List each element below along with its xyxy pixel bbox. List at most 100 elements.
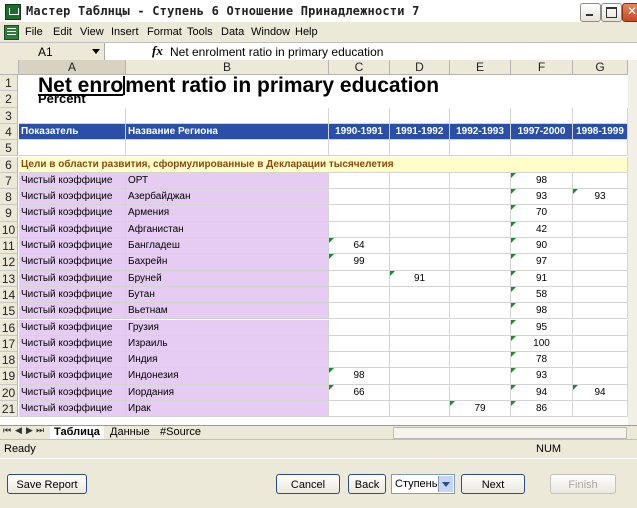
value-cell[interactable]: 64 (329, 238, 390, 255)
value-cell[interactable] (329, 270, 390, 287)
row-header[interactable]: 9 (0, 205, 18, 222)
value-cell[interactable]: 78 (511, 352, 573, 369)
column-header[interactable]: F (511, 60, 573, 75)
region-cell[interactable]: Бангладеш (126, 238, 329, 255)
row-header[interactable]: 10 (0, 221, 18, 238)
empty-cell[interactable] (573, 107, 628, 124)
tab-data[interactable]: Данные (106, 426, 154, 439)
value-cell[interactable] (573, 319, 628, 336)
row-header[interactable]: 6 (0, 156, 18, 173)
region-cell[interactable]: Бахрейн (126, 254, 329, 271)
row-header[interactable]: 3 (0, 107, 18, 124)
row-header[interactable]: 4 (0, 123, 18, 141)
indicator-cell[interactable]: Чистый коэффицие (19, 172, 126, 190)
value-cell[interactable]: 91 (511, 270, 573, 287)
empty-cell[interactable] (390, 140, 450, 157)
empty-cell[interactable] (573, 140, 628, 157)
minimize-button[interactable] (580, 3, 601, 22)
close-button[interactable] (622, 3, 637, 22)
next-button[interactable]: Next (461, 474, 525, 494)
header-year[interactable]: 1998-1999 (573, 123, 628, 141)
value-cell[interactable] (450, 221, 511, 238)
empty-cell[interactable] (329, 107, 390, 124)
chevron-down-icon[interactable] (92, 49, 100, 54)
empty-cell[interactable] (329, 140, 390, 157)
value-cell[interactable] (390, 238, 450, 255)
row-header[interactable]: 13 (0, 270, 18, 287)
row-header[interactable]: 2 (0, 91, 18, 108)
column-header[interactable]: B (126, 60, 329, 75)
row-header[interactable]: 14 (0, 286, 18, 304)
select-all-corner[interactable] (0, 60, 19, 75)
value-cell[interactable]: 66 (329, 384, 390, 401)
region-cell[interactable]: Азербайджан (126, 189, 329, 206)
value-cell[interactable] (329, 352, 390, 369)
column-header[interactable]: G (573, 60, 628, 75)
row-header[interactable]: 12 (0, 254, 18, 271)
empty-cell[interactable] (450, 140, 511, 157)
indicator-cell[interactable]: Чистый коэффицие (19, 221, 126, 238)
row-header[interactable]: 11 (0, 238, 18, 255)
region-cell[interactable]: Индонезия (126, 368, 329, 385)
value-cell[interactable]: 99 (329, 254, 390, 271)
value-cell[interactable] (390, 189, 450, 206)
value-cell[interactable]: 100 (511, 335, 573, 353)
indicator-cell[interactable]: Чистый коэффицие (19, 189, 126, 206)
empty-cell[interactable] (126, 107, 329, 124)
row-header[interactable]: 5 (0, 140, 18, 157)
indicator-cell[interactable]: Чистый коэффицие (19, 303, 126, 320)
value-cell[interactable]: 93 (573, 189, 628, 206)
function-icon[interactable]: fx (152, 43, 163, 59)
value-cell[interactable] (573, 221, 628, 238)
value-cell[interactable] (450, 172, 511, 190)
value-cell[interactable] (573, 352, 628, 369)
save-report-button[interactable]: Save Report (7, 474, 87, 494)
value-cell[interactable]: 91 (390, 270, 450, 287)
value-cell[interactable] (450, 286, 511, 304)
region-cell[interactable]: Иордания (126, 384, 329, 401)
vertical-scrollbar[interactable] (628, 60, 637, 425)
value-cell[interactable] (573, 401, 628, 418)
menu-window[interactable]: Window (251, 26, 290, 38)
header-year[interactable]: 1997-2000 (511, 123, 573, 141)
value-cell[interactable] (450, 238, 511, 255)
value-cell[interactable]: 93 (511, 368, 573, 385)
value-cell[interactable]: 70 (511, 205, 573, 222)
value-cell[interactable] (329, 172, 390, 190)
value-cell[interactable] (329, 319, 390, 336)
value-cell[interactable] (390, 221, 450, 238)
menu-format[interactable]: Format (147, 26, 182, 38)
horizontal-scrollbar[interactable] (393, 427, 627, 439)
row-header[interactable]: 20 (0, 384, 18, 401)
value-cell[interactable] (573, 238, 628, 255)
value-cell[interactable] (329, 205, 390, 222)
spreadsheet-grid[interactable]: A B C D E F G 1 2 3 4 5 6 7 8 9 10 11 12 13 14 15 16 17 18 19 20 21… (0, 60, 637, 425)
menu-help[interactable]: Help (295, 26, 318, 38)
value-cell[interactable] (329, 189, 390, 206)
row-header[interactable]: 17 (0, 335, 18, 353)
value-cell[interactable]: 98 (511, 303, 573, 320)
row-header[interactable]: 8 (0, 189, 18, 206)
empty-cell[interactable] (126, 140, 329, 157)
value-cell[interactable] (390, 172, 450, 190)
value-cell[interactable] (573, 303, 628, 320)
last-sheet-icon[interactable]: ⏭ (36, 426, 44, 436)
first-sheet-icon[interactable]: ⏮ (3, 426, 11, 436)
header-year[interactable]: 1990-1991 (329, 123, 390, 141)
value-cell[interactable]: 98 (329, 368, 390, 385)
menu-file[interactable]: File (25, 26, 43, 38)
region-cell[interactable]: Индия (126, 352, 329, 369)
value-cell[interactable] (450, 270, 511, 287)
indicator-cell[interactable]: Чистый коэффицие (19, 384, 126, 401)
value-cell[interactable] (390, 401, 450, 418)
value-cell[interactable] (573, 254, 628, 271)
value-cell[interactable] (390, 352, 450, 369)
region-cell[interactable]: Армения (126, 205, 329, 222)
prev-sheet-icon[interactable]: ◀ (15, 426, 22, 436)
value-cell[interactable] (390, 205, 450, 222)
indicator-cell[interactable]: Чистый коэффицие (19, 401, 126, 418)
indicator-cell[interactable]: Чистый коэффицие (19, 319, 126, 336)
indicator-cell[interactable]: Чистый коэффицие (19, 368, 126, 385)
value-cell[interactable] (450, 319, 511, 336)
empty-cell[interactable] (450, 107, 511, 124)
